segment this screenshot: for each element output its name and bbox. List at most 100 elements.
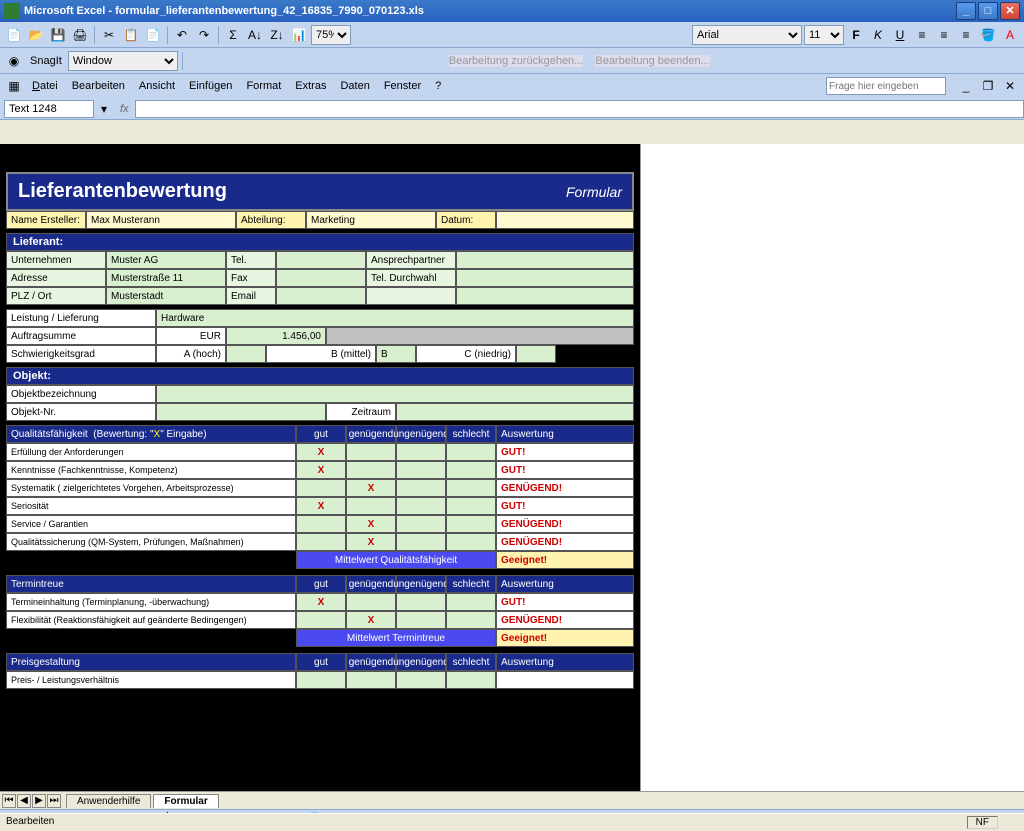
- cut-icon[interactable]: ✂: [99, 25, 119, 45]
- worksheet[interactable]: Lieferantenbewertung Formular Name Erste…: [0, 144, 640, 791]
- rating-cell[interactable]: X: [346, 479, 396, 497]
- rating-cell[interactable]: [446, 611, 496, 629]
- doc-close-icon[interactable]: ✕: [1000, 76, 1020, 96]
- plz-value[interactable]: Musterstadt: [106, 287, 226, 305]
- doc-restore-icon[interactable]: ❐: [978, 76, 998, 96]
- bold-icon[interactable]: F: [846, 25, 866, 45]
- font-color-icon[interactable]: A: [1000, 25, 1020, 45]
- rating-cell[interactable]: [446, 515, 496, 533]
- leistung-value[interactable]: Hardware: [156, 309, 634, 327]
- font-select[interactable]: Arial: [692, 25, 802, 45]
- menu-fenster[interactable]: Fenster: [378, 78, 427, 94]
- fx-icon[interactable]: fx: [120, 103, 129, 115]
- print-icon[interactable]: 🖨: [70, 25, 90, 45]
- tab-first-icon[interactable]: ⏮: [2, 794, 16, 808]
- objektnr-value[interactable]: [156, 403, 326, 421]
- menu-einfugen[interactable]: Einfügen: [183, 78, 238, 94]
- objektbez-value[interactable]: [156, 385, 634, 403]
- chart-icon[interactable]: 📊: [289, 25, 309, 45]
- close-button[interactable]: ✕: [1000, 2, 1020, 20]
- datum-value[interactable]: [496, 211, 634, 229]
- unternehmen-value[interactable]: Muster AG: [106, 251, 226, 269]
- underline-icon[interactable]: U: [890, 25, 910, 45]
- menu-help[interactable]: ?: [429, 78, 447, 94]
- align-right-icon[interactable]: ≡: [956, 25, 976, 45]
- align-center-icon[interactable]: ≡: [934, 25, 954, 45]
- rating-cell[interactable]: X: [296, 461, 346, 479]
- menu-extras[interactable]: Extras: [289, 78, 332, 94]
- name-box[interactable]: [4, 100, 94, 118]
- horizontal-scrollbar[interactable]: [223, 794, 1004, 808]
- rating-cell[interactable]: [396, 461, 446, 479]
- copy-icon[interactable]: 📋: [121, 25, 141, 45]
- snagit-window-select[interactable]: Window: [68, 51, 178, 71]
- schwierig-a-val[interactable]: [226, 345, 266, 363]
- rating-cell[interactable]: [296, 533, 346, 551]
- rating-cell[interactable]: [296, 479, 346, 497]
- formula-bar[interactable]: [135, 100, 1024, 118]
- doc-minimize-icon[interactable]: _: [956, 76, 976, 96]
- minimize-button[interactable]: _: [956, 2, 976, 20]
- schwierig-c-val[interactable]: [516, 345, 556, 363]
- new-icon[interactable]: 📄: [4, 25, 24, 45]
- paste-icon[interactable]: 📄: [143, 25, 163, 45]
- rating-cell[interactable]: [396, 593, 446, 611]
- rating-cell[interactable]: [446, 443, 496, 461]
- align-left-icon[interactable]: ≡: [912, 25, 932, 45]
- rating-cell[interactable]: [346, 671, 396, 689]
- zeitraum-value[interactable]: [396, 403, 634, 421]
- rating-cell[interactable]: [396, 533, 446, 551]
- rating-cell[interactable]: [396, 497, 446, 515]
- tab-last-icon[interactable]: ⏭: [47, 794, 61, 808]
- menu-icon[interactable]: ▦: [4, 76, 24, 96]
- durchwahl-value[interactable]: [456, 269, 634, 287]
- rating-cell[interactable]: X: [296, 497, 346, 515]
- sort-desc-icon[interactable]: Z↓: [267, 25, 287, 45]
- menu-ansicht[interactable]: Ansicht: [133, 78, 181, 94]
- rating-cell[interactable]: [446, 497, 496, 515]
- snagit-icon[interactable]: ◉: [4, 51, 24, 71]
- fax-value[interactable]: [276, 269, 366, 287]
- rating-cell[interactable]: X: [346, 533, 396, 551]
- menu-datei[interactable]: Datei: [26, 78, 64, 94]
- rating-cell[interactable]: [396, 671, 446, 689]
- sort-asc-icon[interactable]: A↓: [245, 25, 265, 45]
- rating-cell[interactable]: [446, 461, 496, 479]
- rating-cell[interactable]: [396, 479, 446, 497]
- adresse-value[interactable]: Musterstraße 11: [106, 269, 226, 287]
- schwierig-b-val[interactable]: B: [376, 345, 416, 363]
- redo-icon[interactable]: ↷: [194, 25, 214, 45]
- rating-cell[interactable]: X: [346, 611, 396, 629]
- menu-daten[interactable]: Daten: [334, 78, 375, 94]
- zoom-select[interactable]: 75%: [311, 25, 351, 45]
- help-search-input[interactable]: [826, 77, 946, 95]
- ansprech-value[interactable]: [456, 251, 634, 269]
- rating-cell[interactable]: [446, 593, 496, 611]
- rating-cell[interactable]: [296, 671, 346, 689]
- font-size-select[interactable]: 11: [804, 25, 844, 45]
- bearb-end-label[interactable]: Bearbeitung beenden...: [595, 55, 709, 67]
- rating-cell[interactable]: [346, 443, 396, 461]
- tel-value[interactable]: [276, 251, 366, 269]
- open-icon[interactable]: 📂: [26, 25, 46, 45]
- rating-cell[interactable]: [396, 611, 446, 629]
- bearb-ruck-label[interactable]: Bearbeitung zurückgehen...: [449, 55, 584, 67]
- tab-prev-icon[interactable]: ◀: [17, 794, 31, 808]
- rating-cell[interactable]: X: [346, 515, 396, 533]
- rating-cell[interactable]: [296, 611, 346, 629]
- undo-icon[interactable]: ↶: [172, 25, 192, 45]
- maximize-button[interactable]: □: [978, 2, 998, 20]
- tab-formular[interactable]: Formular: [153, 794, 218, 808]
- name-ersteller-value[interactable]: Max Musterann: [86, 211, 236, 229]
- tab-next-icon[interactable]: ▶: [32, 794, 46, 808]
- abteilung-value[interactable]: Marketing: [306, 211, 436, 229]
- email-value[interactable]: [276, 287, 366, 305]
- rating-cell[interactable]: [296, 515, 346, 533]
- rating-cell[interactable]: [446, 671, 496, 689]
- rating-cell[interactable]: X: [296, 443, 346, 461]
- sum-icon[interactable]: Σ: [223, 25, 243, 45]
- rating-cell[interactable]: X: [296, 593, 346, 611]
- auftrag-value[interactable]: 1.456,00: [226, 327, 326, 345]
- fill-color-icon[interactable]: 🪣: [978, 25, 998, 45]
- italic-icon[interactable]: K: [868, 25, 888, 45]
